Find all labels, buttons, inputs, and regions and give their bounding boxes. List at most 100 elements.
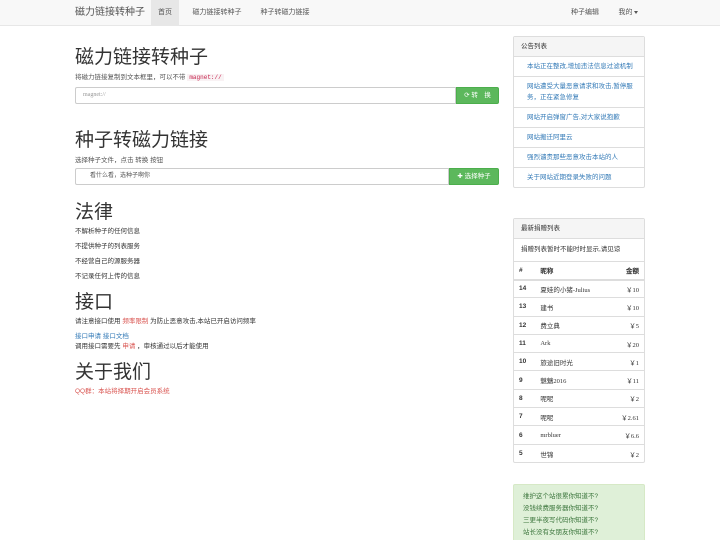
notice-item[interactable]: 网站开启弹窗广告,对大家说抱歉: [514, 108, 644, 128]
api-apply-suffix: ，审核通过以后才能使用: [137, 343, 209, 350]
api-apply-prefix: 调用接口需要先: [75, 343, 121, 350]
top-navbar: 磁力链接转种子 首页 磁力链接转种子 种子转磁力链接 种子编辑 我的: [0, 0, 720, 26]
law-item: 不提供种子的列表服务: [75, 243, 140, 250]
tab-magnet-to-torrent[interactable]: 磁力链接转种子: [184, 0, 250, 26]
api-rate-prefix: 请注意接口使用: [75, 318, 121, 325]
table-row: 11 Ark ￥20: [514, 333, 644, 353]
donor-name: 费立典: [535, 315, 610, 335]
notice-panel-heading: 公告列表: [514, 37, 644, 57]
donation-id: 6: [514, 425, 536, 445]
table-row: 10 旅途旧时光 ￥1: [514, 352, 644, 371]
donation-id: 5: [514, 443, 536, 463]
law-item: 不解析种子的任何信息: [75, 228, 140, 235]
table-row: 5 世锦 ￥2: [514, 443, 644, 463]
notice-item[interactable]: 网站搬迁阿里云: [514, 128, 644, 148]
api-apply-link[interactable]: 接口申请: [75, 333, 101, 340]
column-header-amount: 金额: [609, 261, 644, 281]
donation-amount: ￥5: [609, 315, 644, 335]
donation-amount: ￥2: [609, 443, 644, 463]
notice-item[interactable]: 网站遭受大量恶意请求和攻击,暂停服务，正在紧急修复: [514, 77, 644, 108]
donation-notice: 捐赠列表暂时不能时时显示,请见谅: [521, 246, 621, 253]
choose-torrent-label: 选择种子: [464, 173, 491, 180]
donation-id: 10: [514, 352, 536, 371]
support-line: 维护这个站很累你知道不?: [523, 493, 599, 500]
tab-torrent-to-magnet[interactable]: 种子转磁力链接: [255, 0, 315, 26]
rate-limit-label: 频率限制: [122, 318, 149, 325]
donation-amount: ￥6.6: [609, 425, 644, 445]
table-row: 7 呢呢 ￥2.61: [514, 407, 644, 426]
api-docs-link[interactable]: 接口文档: [103, 333, 129, 340]
table-header-row: # 昵称 金额: [514, 261, 644, 281]
notice-panel: 公告列表 本站正在整改,增加违法信息过滤机制 网站遭受大量恶意请求和攻击,暂停服…: [513, 36, 645, 188]
donation-table: # 昵称 金额 14 夏娃的小猪-Julius ￥10 13 建书 ￥10 12 费立典 ￥…: [514, 261, 644, 463]
refresh-icon: ⟳: [464, 92, 470, 99]
donation-id: 14: [514, 278, 536, 298]
torrent-hint: 选择种子文件，点击 转换 按钮: [75, 157, 164, 164]
support-panel: 维护这个站很累你知道不? 没钱续费服务器你知道不? 三更半夜写代码你知道不? 站…: [513, 484, 645, 540]
magnet-hint-code: magnet://: [187, 74, 224, 81]
qq-group-text: QQ群：本站将择期开启会员系统: [75, 388, 170, 395]
donor-name: Ark: [535, 333, 610, 353]
plus-icon: ✚: [457, 173, 463, 180]
donor-name: 魅魑2016: [535, 370, 610, 390]
torrent-edit-link[interactable]: 种子编辑: [564, 0, 606, 26]
donor-name: 夏娃的小猪-Julius: [535, 278, 610, 298]
caret-down-icon: [633, 10, 638, 14]
my-account-dropdown[interactable]: 我的: [612, 0, 644, 26]
my-account-label: 我的: [618, 9, 633, 16]
notice-item[interactable]: 强烈谴责那些恶意攻击本站的人: [514, 148, 644, 168]
convert-button[interactable]: ⟳ 转 换: [456, 87, 499, 104]
donation-amount: ￥1: [609, 352, 644, 371]
donation-amount: ￥10: [609, 297, 644, 317]
column-header-id: #: [514, 261, 536, 281]
api-links: 接口申请 接口文档: [75, 330, 129, 340]
support-line: 没钱续费服务器你知道不?: [523, 505, 599, 512]
about-section-title: 关于我们: [75, 362, 152, 383]
donation-amount: ￥11: [609, 370, 644, 390]
magnet-hint: 将磁力链接复制到文本框里，可以不带 magnet://: [75, 71, 224, 81]
donation-id: 7: [514, 407, 536, 426]
tab-home[interactable]: 首页: [151, 0, 179, 26]
table-row: 8 呢呢 ￥2: [514, 388, 644, 408]
magnet-section-title: 磁力链接转种子: [75, 47, 209, 68]
donor-name: 呢呢: [535, 407, 610, 426]
donor-name: 旅途旧时光: [535, 352, 610, 371]
law-item: 不记录任何上传的信息: [75, 273, 140, 280]
api-apply-note: 调用接口需要先 申请 ，审核通过以后才能使用: [75, 340, 209, 350]
law-item: 不经营自己的源服务器: [75, 258, 140, 265]
support-line: 三更半夜写代码你知道不?: [523, 517, 599, 524]
torrent-section-title: 种子转磁力链接: [75, 130, 209, 151]
api-section-title: 接口: [75, 292, 114, 313]
donation-panel-heading: 最新捐赠列表: [514, 219, 644, 239]
donation-id: 13: [514, 297, 536, 317]
donation-id: 12: [514, 315, 536, 335]
convert-button-label: 转 换: [471, 92, 491, 99]
donor-name: mrbluer: [535, 425, 610, 445]
table-row: 13 建书 ￥10: [514, 297, 644, 317]
donation-id: 11: [514, 333, 536, 353]
table-row: 14 夏娃的小猪-Julius ￥10: [514, 278, 644, 298]
donation-amount: ￥10: [609, 278, 644, 298]
donation-amount: ￥2: [609, 388, 644, 408]
law-section-title: 法律: [75, 202, 114, 223]
api-rate-note: 请注意接口使用 频率限制 为防止恶意攻击,本站已开启访问频率: [75, 315, 256, 325]
table-row: 9 魅魑2016 ￥11: [514, 370, 644, 390]
magnet-input[interactable]: magnet://: [75, 87, 456, 104]
donation-id: 8: [514, 388, 536, 408]
torrent-file-display[interactable]: 看什么看，选种子啊你: [75, 168, 449, 185]
support-line: 站长没有女朋友你知道不?: [523, 529, 599, 536]
notice-item[interactable]: 关于网站近期登录失败的问题: [514, 168, 644, 187]
donation-panel: 最新捐赠列表 捐赠列表暂时不能时时显示,请见谅 # 昵称 金额 14 夏娃的小猪-…: [513, 218, 645, 464]
choose-torrent-button[interactable]: ✚ 选择种子: [449, 168, 499, 185]
table-row: 6 mrbluer ￥6.6: [514, 425, 644, 445]
donor-name: 世锦: [535, 443, 610, 463]
api-rate-suffix: 为防止恶意攻击,本站已开启访问频率: [150, 318, 256, 325]
magnet-hint-text: 将磁力链接复制到文本框里，可以不带: [75, 74, 186, 81]
apply-label: 申请: [122, 343, 136, 350]
notice-item[interactable]: 本站正在整改,增加违法信息过滤机制: [514, 57, 644, 77]
brand-title[interactable]: 磁力链接转种子: [75, 0, 145, 26]
donor-name: 建书: [535, 297, 610, 317]
donation-amount: ￥2.61: [609, 407, 644, 426]
table-row: 12 费立典 ￥5: [514, 315, 644, 335]
donation-id: 9: [514, 370, 536, 390]
